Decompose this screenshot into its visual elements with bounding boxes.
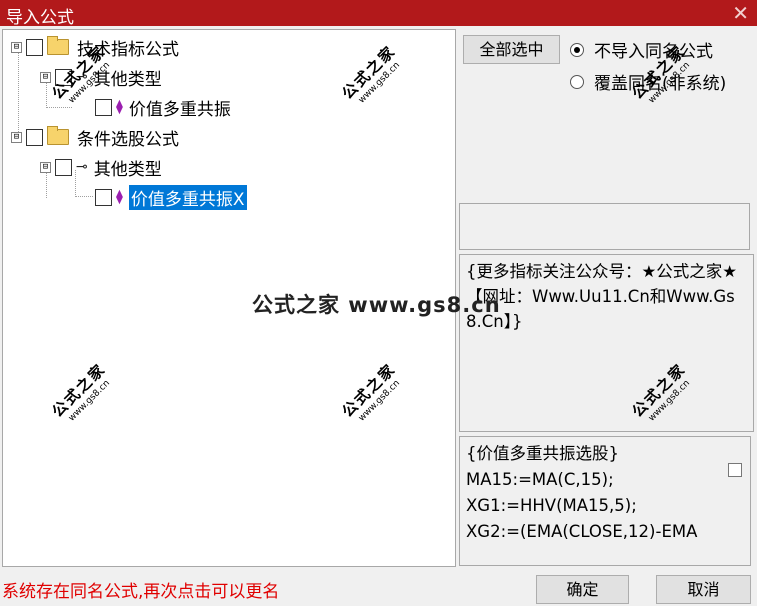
collapse-icon[interactable]: ⊟: [40, 71, 51, 83]
center-watermark: 公式之家 www.gs8.cn: [252, 293, 501, 317]
radio-label: 不导入同名公式: [594, 42, 713, 62]
tree-node-label: 价值多重共振: [128, 99, 231, 120]
preview-checkbox[interactable]: [728, 463, 742, 477]
checkbox[interactable]: [26, 38, 43, 56]
tree-node-stock-selection[interactable]: ⊟ 条件选股公式: [11, 123, 179, 151]
tree-node-tech-indicators[interactable]: ⊟ 技术指标公式: [11, 33, 179, 61]
collapse-icon[interactable]: ⊟: [40, 161, 51, 173]
info-text: {更多指标关注公众号：★公式之家★ 【网址：Www.Uu11.Cn和Www.Gs…: [466, 262, 738, 331]
folder-icon: [47, 126, 69, 145]
formula-line: MA15:=MA(C,15);: [466, 470, 614, 489]
tree-node-other-types[interactable]: ⊟ ⊸ 其他类型: [40, 153, 162, 181]
formula-line: XG2:=(EMA(CLOSE,12)-EMA: [466, 522, 698, 541]
ok-button[interactable]: 确定: [536, 575, 629, 604]
close-icon[interactable]: ✕: [732, 1, 749, 25]
checkbox[interactable]: [26, 128, 43, 146]
tree-node-label: 条件选股公式: [77, 129, 179, 150]
select-all-button[interactable]: 全部选中: [463, 35, 560, 64]
radio-overwrite[interactable]: 覆盖同名(非系统): [570, 69, 726, 94]
radio-label: 覆盖同名(非系统): [594, 74, 727, 94]
folder-icon: [47, 36, 69, 55]
collapse-icon[interactable]: ⊟: [11, 131, 22, 143]
checkbox[interactable]: [95, 98, 112, 116]
formula-gem-icon: ⧫: [116, 189, 123, 205]
title-bar: 导入公式 ✕: [0, 0, 757, 28]
checkbox[interactable]: [55, 158, 72, 176]
formula-preview[interactable]: {价值多重共振选股} MA15:=MA(C,15); XG1:=HHV(MA15…: [459, 436, 751, 566]
window-title: 导入公式: [6, 8, 74, 28]
info-panel: {更多指标关注公众号：★公式之家★ 【网址：Www.Uu11.Cn和Www.Gs…: [459, 254, 754, 432]
tree-node-formula[interactable]: ⧫ 价值多重共振: [95, 93, 231, 121]
tree-node-label: 技术指标公式: [77, 39, 179, 60]
tree-node-label: 其他类型: [93, 159, 162, 180]
collapse-icon[interactable]: ⊟: [11, 41, 22, 53]
formula-gem-icon: ⧫: [116, 99, 123, 115]
radio-unselected-icon[interactable]: [570, 74, 584, 89]
checkbox[interactable]: [95, 188, 112, 206]
cancel-button[interactable]: 取消: [656, 575, 751, 604]
key-icon: ⊸: [76, 69, 88, 85]
tree-node-label: 其他类型: [93, 69, 162, 90]
checkbox[interactable]: [55, 68, 72, 86]
key-icon: ⊸: [76, 159, 88, 175]
radio-selected-icon[interactable]: [570, 42, 584, 57]
radio-no-import[interactable]: 不导入同名公式: [570, 37, 713, 62]
formula-line: XG1:=HHV(MA15,5);: [466, 496, 637, 515]
tree-node-other-types[interactable]: ⊟ ⊸ 其他类型: [40, 63, 162, 91]
formula-line: {价值多重共振选股}: [466, 444, 619, 463]
tree-node-label: 价值多重共振X: [128, 184, 247, 210]
tree-node-formula-selected[interactable]: ⧫ 价值多重共振X: [95, 183, 247, 211]
status-message: 系统存在同名公式,再次点击可以更名: [2, 582, 280, 602]
empty-panel: [459, 203, 750, 250]
